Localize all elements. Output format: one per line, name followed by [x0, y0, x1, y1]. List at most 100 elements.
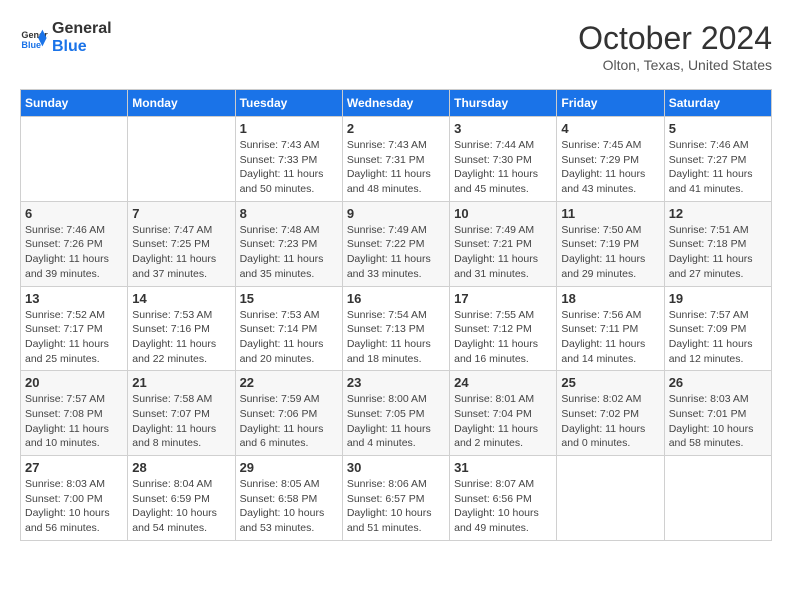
- week-row-0: 1 Sunrise: 7:43 AM Sunset: 7:33 PM Daylig…: [21, 117, 772, 202]
- day-number: 18: [561, 291, 659, 306]
- day-number: 3: [454, 121, 552, 136]
- day-number: 1: [240, 121, 338, 136]
- day-number: 27: [25, 460, 123, 475]
- calendar-cell: 1 Sunrise: 7:43 AM Sunset: 7:33 PM Daylig…: [235, 117, 342, 202]
- day-number: 12: [669, 206, 767, 221]
- logo-general: General: [52, 20, 112, 38]
- day-info: Sunrise: 7:50 AM Sunset: 7:19 PM Dayligh…: [561, 223, 659, 282]
- day-number: 29: [240, 460, 338, 475]
- day-number: 14: [132, 291, 230, 306]
- day-info: Sunrise: 7:56 AM Sunset: 7:11 PM Dayligh…: [561, 308, 659, 367]
- calendar-cell: 21 Sunrise: 7:58 AM Sunset: 7:07 PM Dayli…: [128, 371, 235, 456]
- logo-blue: Blue: [52, 38, 112, 56]
- calendar-cell: 2 Sunrise: 7:43 AM Sunset: 7:31 PM Daylig…: [342, 117, 449, 202]
- day-info: Sunrise: 7:59 AM Sunset: 7:06 PM Dayligh…: [240, 392, 338, 451]
- day-number: 8: [240, 206, 338, 221]
- day-number: 28: [132, 460, 230, 475]
- day-info: Sunrise: 8:05 AM Sunset: 6:58 PM Dayligh…: [240, 477, 338, 536]
- day-number: 4: [561, 121, 659, 136]
- day-info: Sunrise: 7:52 AM Sunset: 7:17 PM Dayligh…: [25, 308, 123, 367]
- day-info: Sunrise: 7:51 AM Sunset: 7:18 PM Dayligh…: [669, 223, 767, 282]
- day-info: Sunrise: 7:57 AM Sunset: 7:08 PM Dayligh…: [25, 392, 123, 451]
- calendar-cell: 9 Sunrise: 7:49 AM Sunset: 7:22 PM Daylig…: [342, 201, 449, 286]
- calendar-cell: 29 Sunrise: 8:05 AM Sunset: 6:58 PM Dayli…: [235, 456, 342, 541]
- calendar-cell: [557, 456, 664, 541]
- svg-text:Blue: Blue: [21, 39, 41, 49]
- day-number: 2: [347, 121, 445, 136]
- calendar-cell: 25 Sunrise: 8:02 AM Sunset: 7:02 PM Dayli…: [557, 371, 664, 456]
- day-info: Sunrise: 8:01 AM Sunset: 7:04 PM Dayligh…: [454, 392, 552, 451]
- day-number: 21: [132, 375, 230, 390]
- calendar-cell: 19Sunrise: 7:57 AM Sunset: 7:09 PM Dayli…: [664, 286, 771, 371]
- calendar-cell: 16 Sunrise: 7:54 AM Sunset: 7:13 PM Dayli…: [342, 286, 449, 371]
- day-number: 16: [347, 291, 445, 306]
- day-number: 31: [454, 460, 552, 475]
- calendar-cell: 28Sunrise: 8:04 AM Sunset: 6:59 PM Dayli…: [128, 456, 235, 541]
- calendar-cell: 20 Sunrise: 7:57 AM Sunset: 7:08 PM Dayli…: [21, 371, 128, 456]
- header-saturday: Saturday: [664, 90, 771, 117]
- day-number: 6: [25, 206, 123, 221]
- week-row-2: 13Sunrise: 7:52 AM Sunset: 7:17 PM Dayli…: [21, 286, 772, 371]
- day-info: Sunrise: 7:43 AM Sunset: 7:33 PM Dayligh…: [240, 138, 338, 197]
- logo-icon: General Blue: [20, 24, 48, 52]
- day-info: Sunrise: 7:46 AM Sunset: 7:26 PM Dayligh…: [25, 223, 123, 282]
- week-row-3: 20 Sunrise: 7:57 AM Sunset: 7:08 PM Dayli…: [21, 371, 772, 456]
- header-friday: Friday: [557, 90, 664, 117]
- calendar-cell: [664, 456, 771, 541]
- calendar-cell: 26 Sunrise: 8:03 AM Sunset: 7:01 PM Dayli…: [664, 371, 771, 456]
- calendar-cell: 13Sunrise: 7:52 AM Sunset: 7:17 PM Dayli…: [21, 286, 128, 371]
- day-number: 26: [669, 375, 767, 390]
- calendar-cell: 31Sunrise: 8:07 AM Sunset: 6:56 PM Dayli…: [450, 456, 557, 541]
- day-info: Sunrise: 7:55 AM Sunset: 7:12 PM Dayligh…: [454, 308, 552, 367]
- header-row: SundayMondayTuesdayWednesdayThursdayFrid…: [21, 90, 772, 117]
- day-number: 20: [25, 375, 123, 390]
- day-info: Sunrise: 8:00 AM Sunset: 7:05 PM Dayligh…: [347, 392, 445, 451]
- day-info: Sunrise: 7:48 AM Sunset: 7:23 PM Dayligh…: [240, 223, 338, 282]
- day-info: Sunrise: 7:53 AM Sunset: 7:16 PM Dayligh…: [132, 308, 230, 367]
- calendar-cell: 10 Sunrise: 7:49 AM Sunset: 7:21 PM Dayli…: [450, 201, 557, 286]
- day-info: Sunrise: 7:49 AM Sunset: 7:22 PM Dayligh…: [347, 223, 445, 282]
- day-info: Sunrise: 7:53 AM Sunset: 7:14 PM Dayligh…: [240, 308, 338, 367]
- calendar-cell: 23 Sunrise: 8:00 AM Sunset: 7:05 PM Dayli…: [342, 371, 449, 456]
- logo: General Blue General Blue: [20, 20, 112, 55]
- day-number: 7: [132, 206, 230, 221]
- day-number: 17: [454, 291, 552, 306]
- header-monday: Monday: [128, 90, 235, 117]
- calendar-cell: 8 Sunrise: 7:48 AM Sunset: 7:23 PM Daylig…: [235, 201, 342, 286]
- day-info: Sunrise: 7:47 AM Sunset: 7:25 PM Dayligh…: [132, 223, 230, 282]
- header-sunday: Sunday: [21, 90, 128, 117]
- calendar-cell: 22 Sunrise: 7:59 AM Sunset: 7:06 PM Dayli…: [235, 371, 342, 456]
- day-info: Sunrise: 7:46 AM Sunset: 7:27 PM Dayligh…: [669, 138, 767, 197]
- month-title: October 2024: [578, 20, 772, 57]
- day-number: 15: [240, 291, 338, 306]
- day-info: Sunrise: 8:02 AM Sunset: 7:02 PM Dayligh…: [561, 392, 659, 451]
- calendar-cell: [21, 117, 128, 202]
- day-info: Sunrise: 7:45 AM Sunset: 7:29 PM Dayligh…: [561, 138, 659, 197]
- day-number: 5: [669, 121, 767, 136]
- day-number: 23: [347, 375, 445, 390]
- day-number: 22: [240, 375, 338, 390]
- calendar-cell: 12 Sunrise: 7:51 AM Sunset: 7:18 PM Dayli…: [664, 201, 771, 286]
- header-thursday: Thursday: [450, 90, 557, 117]
- day-info: Sunrise: 8:03 AM Sunset: 7:01 PM Dayligh…: [669, 392, 767, 451]
- day-info: Sunrise: 7:49 AM Sunset: 7:21 PM Dayligh…: [454, 223, 552, 282]
- day-info: Sunrise: 7:44 AM Sunset: 7:30 PM Dayligh…: [454, 138, 552, 197]
- day-number: 25: [561, 375, 659, 390]
- day-info: Sunrise: 8:06 AM Sunset: 6:57 PM Dayligh…: [347, 477, 445, 536]
- day-number: 30: [347, 460, 445, 475]
- title-block: October 2024 Olton, Texas, United States: [578, 20, 772, 73]
- calendar-cell: 6 Sunrise: 7:46 AM Sunset: 7:26 PM Daylig…: [21, 201, 128, 286]
- day-info: Sunrise: 7:43 AM Sunset: 7:31 PM Dayligh…: [347, 138, 445, 197]
- day-number: 11: [561, 206, 659, 221]
- header-wednesday: Wednesday: [342, 90, 449, 117]
- calendar-cell: 7 Sunrise: 7:47 AM Sunset: 7:25 PM Daylig…: [128, 201, 235, 286]
- calendar-cell: 3 Sunrise: 7:44 AM Sunset: 7:30 PM Daylig…: [450, 117, 557, 202]
- day-number: 24: [454, 375, 552, 390]
- day-info: Sunrise: 7:54 AM Sunset: 7:13 PM Dayligh…: [347, 308, 445, 367]
- day-number: 10: [454, 206, 552, 221]
- location: Olton, Texas, United States: [578, 57, 772, 73]
- week-row-1: 6 Sunrise: 7:46 AM Sunset: 7:26 PM Daylig…: [21, 201, 772, 286]
- day-number: 9: [347, 206, 445, 221]
- day-number: 19: [669, 291, 767, 306]
- day-info: Sunrise: 7:58 AM Sunset: 7:07 PM Dayligh…: [132, 392, 230, 451]
